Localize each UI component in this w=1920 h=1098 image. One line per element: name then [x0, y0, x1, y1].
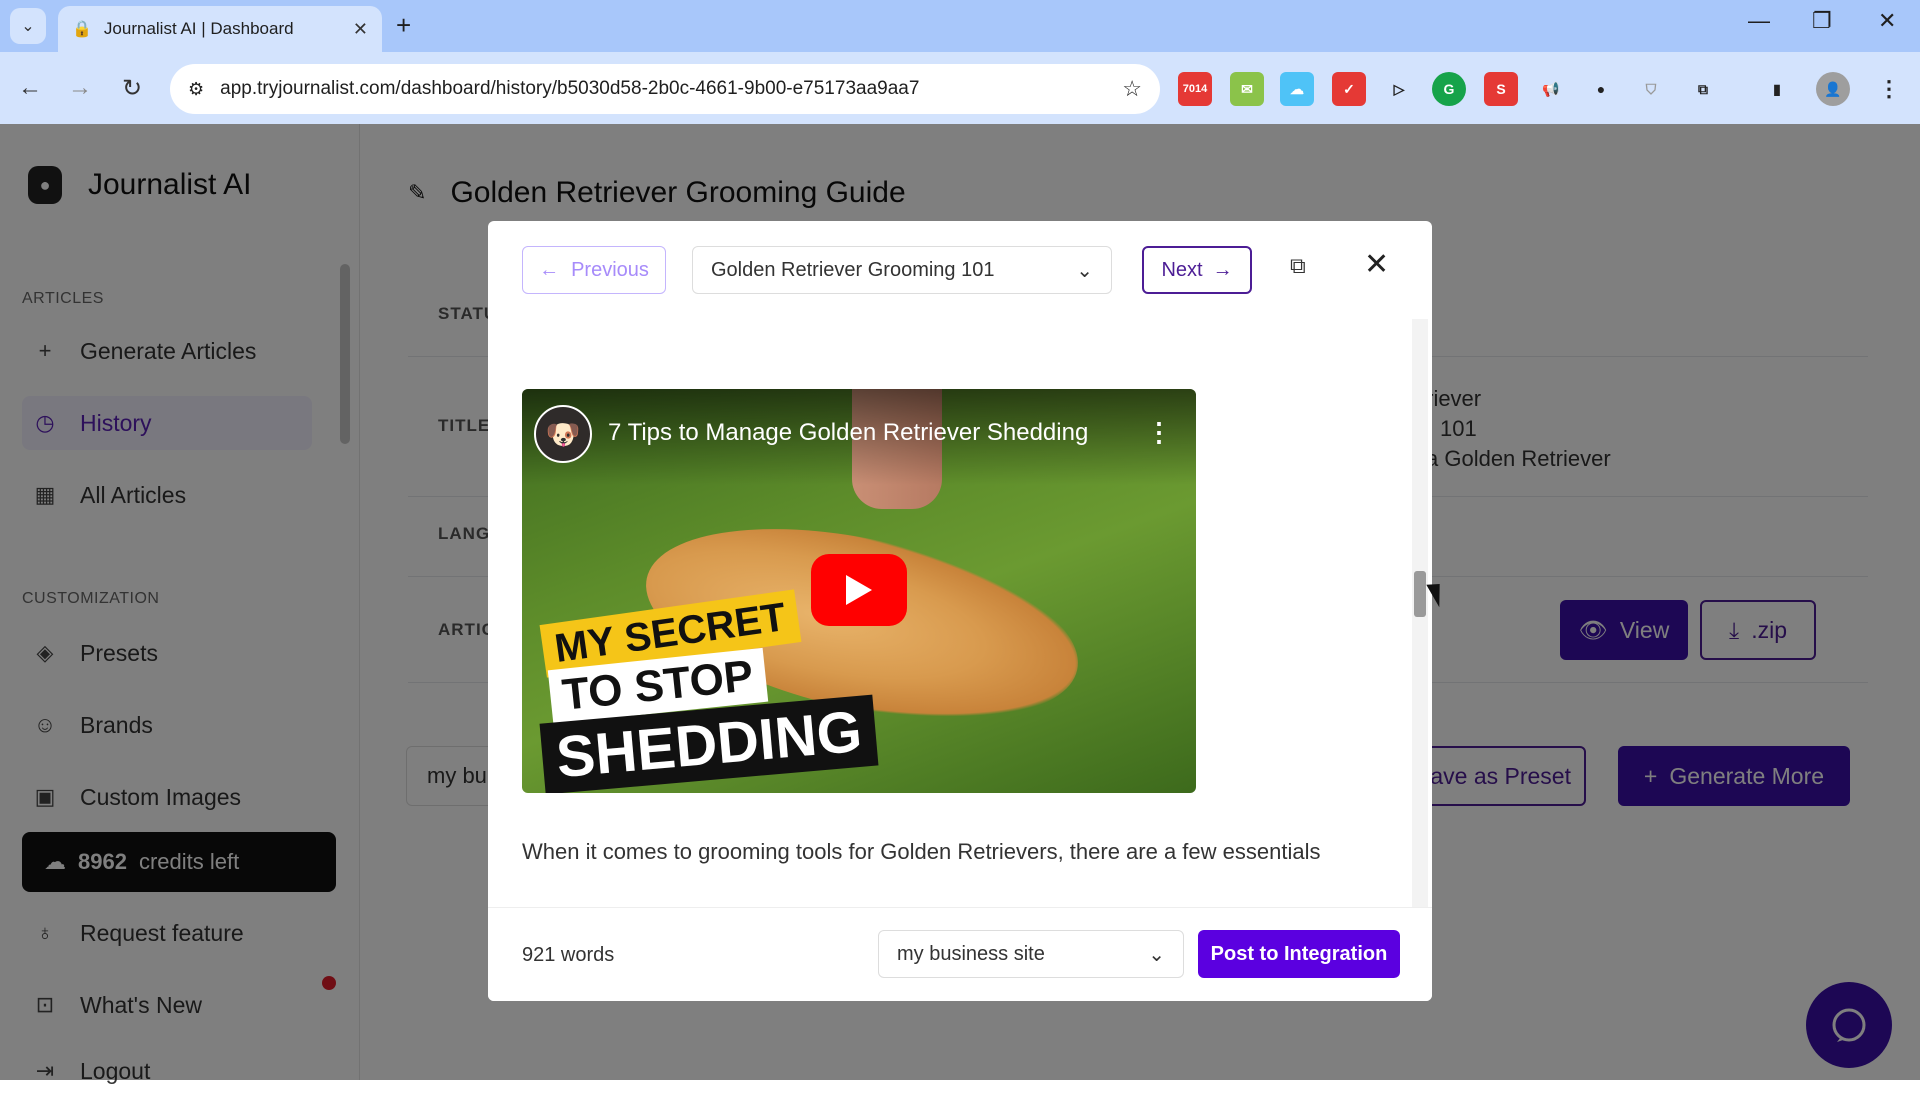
pdf-extension-icon[interactable]: ✓ — [1332, 72, 1366, 106]
previous-button[interactable]: ← Previous — [522, 246, 666, 294]
integration-select-value: my business site — [897, 942, 1045, 965]
cursor-extension-icon[interactable]: ▷ — [1382, 72, 1416, 106]
url-text[interactable]: app.tryjournalist.com/dashboard/history/… — [220, 78, 1106, 100]
integration-select[interactable]: my business site ⌄ — [878, 930, 1184, 978]
minimize-icon[interactable]: — — [1748, 8, 1770, 34]
external-link-icon[interactable]: ⧉ — [1290, 253, 1306, 279]
tab-favicon-icon: 🔒 — [72, 21, 92, 38]
chevron-down-icon: ⌄ — [1148, 943, 1165, 966]
megaphone-extension-icon[interactable]: 📢 — [1534, 72, 1568, 106]
restore-icon[interactable]: ❐ — [1812, 8, 1832, 34]
circles-extension-icon[interactable]: ● — [1584, 72, 1618, 106]
modal-scroll-thumb[interactable] — [1414, 571, 1426, 617]
article-select[interactable]: Golden Retriever Grooming 101 ⌄ — [692, 246, 1112, 294]
play-icon — [846, 575, 872, 605]
browser-menu-icon[interactable]: ⋮ — [1872, 72, 1906, 106]
previous-label: Previous — [571, 258, 649, 281]
article-select-value: Golden Retriever Grooming 101 — [711, 258, 995, 281]
modal-footer: 921 words my business site ⌄ Post to Inte… — [488, 907, 1432, 1001]
arrow-right-icon: → — [1212, 258, 1233, 281]
puzzle-extensions-icon[interactable]: ⧉ — [1686, 72, 1720, 106]
article-preview-modal: ← Previous Golden Retriever Grooming 101 ⌄… — [488, 221, 1432, 1001]
forward-icon[interactable]: → — [60, 64, 100, 112]
play-button[interactable] — [811, 554, 907, 626]
modal-body[interactable]: 🐶 7 Tips to Manage Golden Retriever Shed… — [488, 319, 1432, 907]
mail-extension-icon[interactable]: ✉ — [1230, 72, 1264, 106]
new-tab-button[interactable]: + — [396, 10, 411, 41]
chevron-down-icon: ⌄ — [1076, 259, 1093, 282]
close-window-icon[interactable]: ✕ — [1878, 8, 1896, 34]
article-paragraph: When it comes to grooming tools for Gold… — [522, 839, 1321, 864]
channel-avatar[interactable]: 🐶 — [534, 405, 592, 463]
post-to-integration-button[interactable]: Post to Integration — [1198, 930, 1400, 978]
reload-icon[interactable]: ↻ — [112, 64, 152, 112]
tab-strip: ⌄ 🔒 Journalist AI | Dashboard ✕ + — ❐ ✕ — [0, 0, 1920, 52]
bookmark-star-icon[interactable]: ☆ — [1122, 76, 1142, 102]
arrow-left-icon: ← — [539, 258, 560, 281]
youtube-embed[interactable]: 🐶 7 Tips to Manage Golden Retriever Shed… — [522, 389, 1196, 793]
video-more-icon[interactable]: ⋮ — [1146, 417, 1172, 448]
s-extension-icon[interactable]: S — [1484, 72, 1518, 106]
video-title[interactable]: 7 Tips to Manage Golden Retriever Sheddi… — [608, 419, 1088, 447]
next-label: Next — [1161, 258, 1203, 281]
back-icon[interactable]: ← — [10, 64, 50, 112]
tab-search-button[interactable]: ⌄ — [10, 8, 46, 44]
sidepanel-icon[interactable]: ▮ — [1760, 72, 1794, 106]
close-modal-icon[interactable]: ✕ — [1364, 247, 1389, 282]
browser-tab[interactable]: 🔒 Journalist AI | Dashboard ✕ — [58, 6, 382, 52]
profile-avatar[interactable]: 👤 — [1816, 72, 1850, 106]
shield-extension-icon[interactable]: ⛉ — [1634, 72, 1668, 106]
browser-toolbar: ⌄ 🔒 Journalist AI | Dashboard ✕ + — ❐ ✕ … — [0, 0, 1920, 124]
grammarly-extension-icon[interactable]: G — [1432, 72, 1466, 106]
next-button[interactable]: Next → — [1142, 246, 1252, 294]
calendar-extension-icon[interactable]: 7014 — [1178, 72, 1212, 106]
tab-title: Journalist AI | Dashboard — [103, 19, 294, 38]
site-info-icon[interactable]: ⚙ — [188, 79, 204, 100]
cloud-extension-icon[interactable]: ☁ — [1280, 72, 1314, 106]
word-count: 921 words — [522, 944, 615, 966]
address-bar[interactable]: ⚙ app.tryjournalist.com/dashboard/histor… — [170, 64, 1160, 114]
close-tab-icon[interactable]: ✕ — [353, 19, 368, 40]
